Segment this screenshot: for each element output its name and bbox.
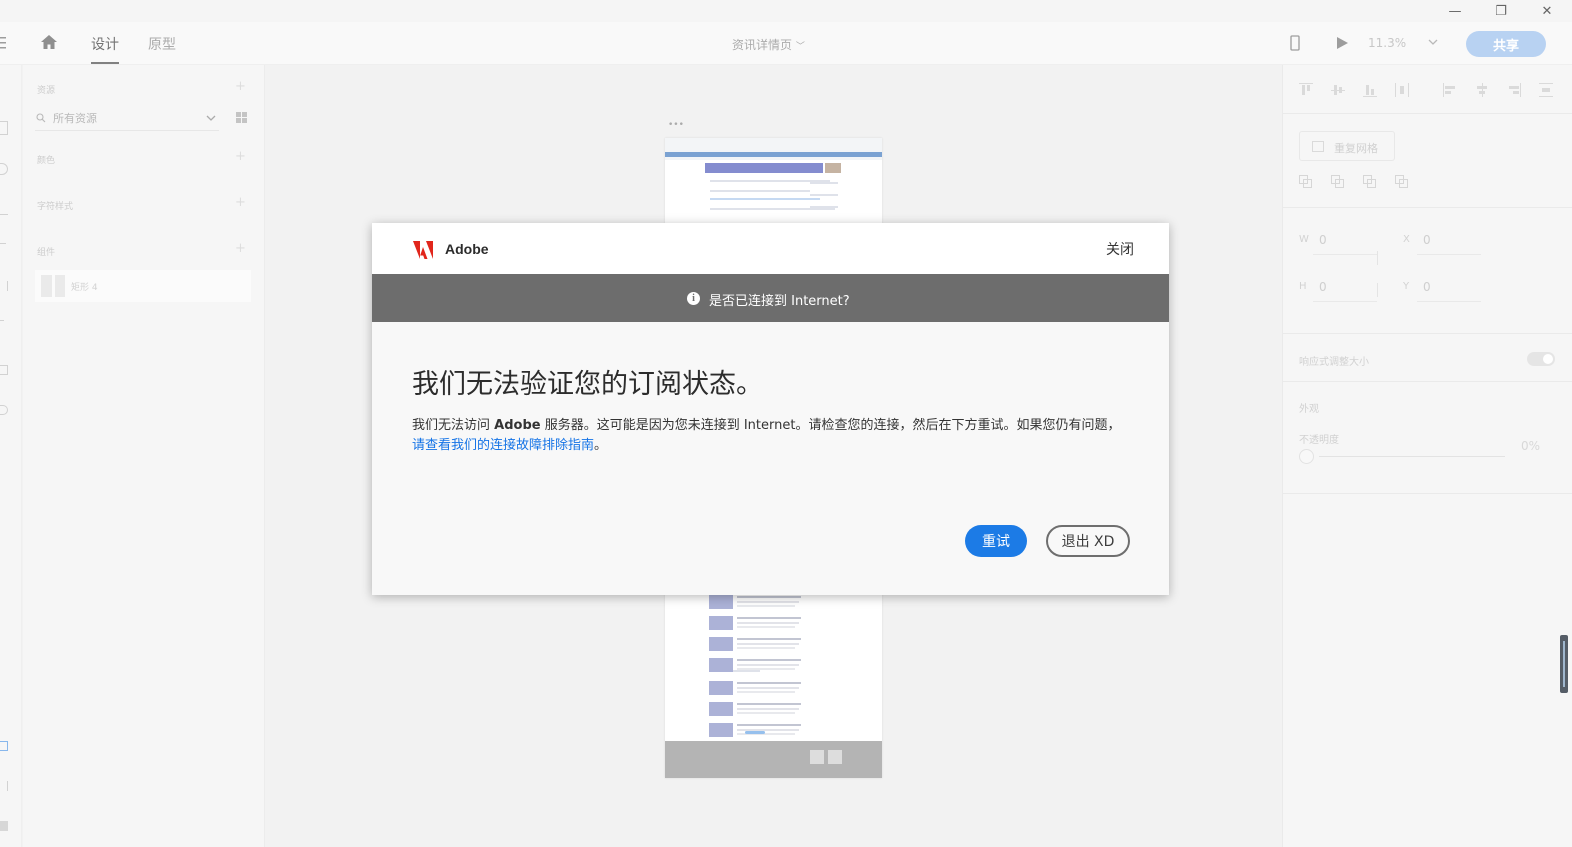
adobe-logo-icon bbox=[413, 241, 433, 259]
troubleshooting-guide-link[interactable]: 请查看我们的连接故障排除指南 bbox=[412, 438, 594, 453]
info-icon: i bbox=[687, 292, 700, 305]
quit-xd-button[interactable]: 退出 XD bbox=[1046, 525, 1130, 557]
dialog-title: 我们无法验证您的订阅状态。 bbox=[412, 369, 763, 400]
banner-text: 是否已连接到 Internet? bbox=[709, 294, 850, 309]
dialog-header: Adobe 关闭 bbox=[372, 223, 1169, 274]
adobe-brand-name: Adobe bbox=[445, 241, 489, 257]
internet-warning-banner: i 是否已连接到 Internet? bbox=[372, 274, 1169, 322]
connection-error-dialog: Adobe 关闭 i 是否已连接到 Internet? 我们无法验证您的订阅状态… bbox=[372, 223, 1169, 595]
retry-button[interactable]: 重试 bbox=[965, 525, 1027, 557]
dialog-close-button[interactable]: 关闭 bbox=[1106, 239, 1134, 259]
dialog-message: 我们无法访问 Adobe 服务器。这可能是因为您未连接到 Internet。请检… bbox=[412, 418, 1121, 453]
